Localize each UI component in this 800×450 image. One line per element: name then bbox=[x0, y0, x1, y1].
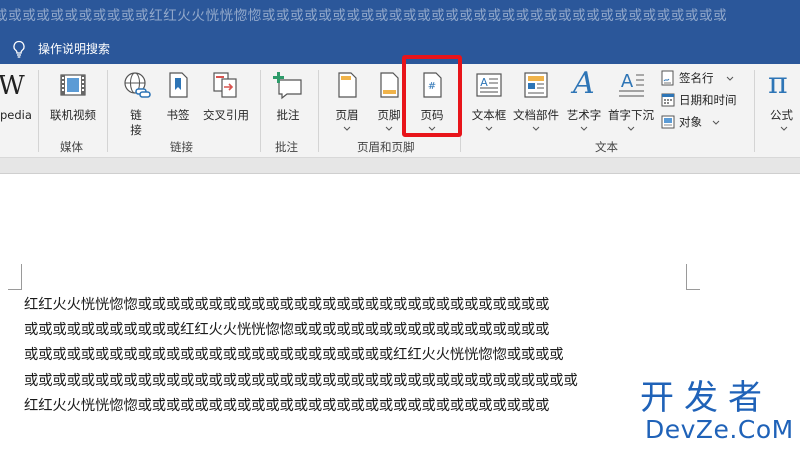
margin-corner-right bbox=[686, 264, 700, 290]
ribbon-bottom-strip bbox=[0, 158, 800, 174]
wikipedia-icon: W bbox=[0, 71, 25, 101]
quick-parts-icon bbox=[524, 72, 548, 98]
header-footer-group-label: 页眉和页脚 bbox=[357, 140, 415, 154]
divider bbox=[107, 70, 108, 152]
drop-cap-icon: A bbox=[619, 71, 644, 97]
link-label-1: 链 bbox=[130, 108, 142, 122]
header-button[interactable]: 页眉 bbox=[328, 68, 366, 138]
comment-label: 批注 bbox=[276, 108, 300, 122]
signature-line-icon bbox=[661, 70, 674, 86]
svg-text:A: A bbox=[480, 76, 488, 89]
drop-cap-button[interactable]: A 首字下沉 bbox=[606, 68, 656, 138]
site-watermark: 开发者 DevZe.CoM bbox=[640, 378, 800, 450]
document-line-4[interactable]: 或或或或或或或或或或或或或或或或或或或或或或或或或或或或或或或或或或或或或或或 bbox=[24, 372, 578, 390]
globe-link-icon bbox=[124, 72, 151, 98]
watermark-chinese: 开发者 bbox=[640, 378, 772, 418]
object-icon bbox=[661, 115, 675, 129]
chevron-down-icon bbox=[580, 126, 588, 131]
page-number-highlight bbox=[402, 55, 462, 137]
chevron-down-icon bbox=[627, 126, 635, 131]
textbox-icon: A bbox=[476, 73, 502, 97]
quick-parts-button[interactable]: 文档部件 bbox=[511, 68, 561, 138]
divider bbox=[260, 70, 261, 152]
bookmark-icon bbox=[169, 72, 188, 98]
textbox-label: 文本框 bbox=[471, 108, 507, 122]
chevron-down-icon bbox=[712, 120, 720, 125]
bookmark-label: 书签 bbox=[166, 108, 190, 122]
signature-line-button[interactable]: 签名行 bbox=[660, 68, 742, 88]
film-icon bbox=[60, 74, 86, 96]
header-icon bbox=[338, 72, 357, 98]
divider bbox=[754, 70, 755, 152]
tell-me-label[interactable]: 操作说明搜索 bbox=[38, 40, 110, 58]
comments-group-label: 批注 bbox=[275, 140, 298, 154]
divider bbox=[38, 70, 39, 152]
media-group-label: 媒体 bbox=[60, 140, 83, 154]
chevron-down-icon bbox=[780, 126, 788, 131]
comment-add-icon bbox=[273, 72, 302, 100]
chevron-down-icon bbox=[343, 126, 351, 131]
date-time-icon bbox=[661, 93, 675, 107]
pi-icon: π bbox=[768, 66, 788, 101]
wikipedia-label: pedia bbox=[0, 108, 32, 122]
margin-corner-left bbox=[8, 264, 22, 290]
chevron-down-icon bbox=[385, 126, 393, 131]
wordart-label: 艺术字 bbox=[566, 108, 602, 122]
document-line-5[interactable]: 红红火火恍恍惚惚或或或或或或或或或或或或或或或或或或或或或或或或或或或或或 bbox=[24, 397, 549, 415]
date-time-label: 日期和时间 bbox=[679, 93, 737, 107]
drop-cap-label: 首字下沉 bbox=[608, 108, 654, 122]
link-button[interactable]: 链 接 bbox=[116, 68, 156, 137]
document-line-1[interactable]: 红红火火恍恍惚惚或或或或或或或或或或或或或或或或或或或或或或或或或或或或或 bbox=[24, 296, 549, 314]
svg-text:A: A bbox=[621, 71, 634, 92]
textbox-button[interactable]: A 文本框 bbox=[468, 68, 510, 138]
chevron-down-icon bbox=[485, 126, 493, 131]
tell-me-bar[interactable]: 操作说明搜索 bbox=[0, 34, 800, 64]
link-label-2: 接 bbox=[130, 123, 142, 137]
online-video-button[interactable]: 联机视频 bbox=[44, 68, 102, 134]
quick-parts-label: 文档部件 bbox=[513, 108, 559, 122]
cross-reference-button[interactable]: 交叉引用 bbox=[198, 68, 254, 134]
title-bar: 或或或或或或或或或或或红红火火恍恍惚惚或或或或或或或或或或或或或或或或或或或或或… bbox=[0, 0, 800, 34]
object-label: 对象 bbox=[679, 115, 702, 129]
footer-icon bbox=[380, 72, 399, 98]
text-group-label: 文本 bbox=[595, 140, 618, 154]
wordart-icon: A bbox=[573, 66, 595, 101]
online-video-label: 联机视频 bbox=[50, 108, 96, 122]
wikipedia-button[interactable]: W pedia bbox=[0, 68, 34, 134]
wordart-button[interactable]: A 艺术字 bbox=[563, 66, 605, 138]
chevron-down-icon bbox=[726, 76, 734, 81]
links-group-label: 链接 bbox=[170, 140, 193, 154]
cross-reference-icon bbox=[213, 72, 237, 98]
document-line-2[interactable]: 或或或或或或或或或或或红红火火恍恍惚惚或或或或或或或或或或或或或或或或或或 bbox=[24, 321, 549, 339]
bookmark-button[interactable]: 书签 bbox=[160, 68, 196, 134]
lightbulb-icon bbox=[13, 40, 25, 58]
insert-ribbon: W pedia 联机视频 媒体 链 接 书签 交叉引用 链接 批注 批注 页眉 … bbox=[0, 55, 800, 158]
chevron-down-icon bbox=[532, 126, 540, 131]
document-title: 或或或或或或或或或或或红红火火恍恍惚惚或或或或或或或或或或或或或或或或或或或或或… bbox=[0, 8, 728, 24]
watermark-english: DevZe.CoM bbox=[645, 415, 794, 444]
date-time-button[interactable]: 日期和时间 bbox=[660, 90, 744, 110]
document-line-3[interactable]: 或或或或或或或或或或或或或或或或或或或或或或或或或或红红火火恍恍惚惚或或或或 bbox=[24, 346, 564, 364]
word-window: 或或或或或或或或或或或红红火火恍恍惚惚或或或或或或或或或或或或或或或或或或或或或… bbox=[0, 0, 800, 450]
new-comment-button[interactable]: 批注 bbox=[266, 68, 310, 134]
equation-button[interactable]: π 公式 bbox=[762, 66, 800, 138]
signature-line-label: 签名行 bbox=[679, 71, 714, 85]
cross-reference-label: 交叉引用 bbox=[203, 108, 249, 122]
object-button[interactable]: 对象 bbox=[660, 112, 730, 132]
equation-label: 公式 bbox=[770, 108, 793, 122]
header-label: 页眉 bbox=[335, 108, 359, 122]
divider bbox=[318, 70, 319, 152]
